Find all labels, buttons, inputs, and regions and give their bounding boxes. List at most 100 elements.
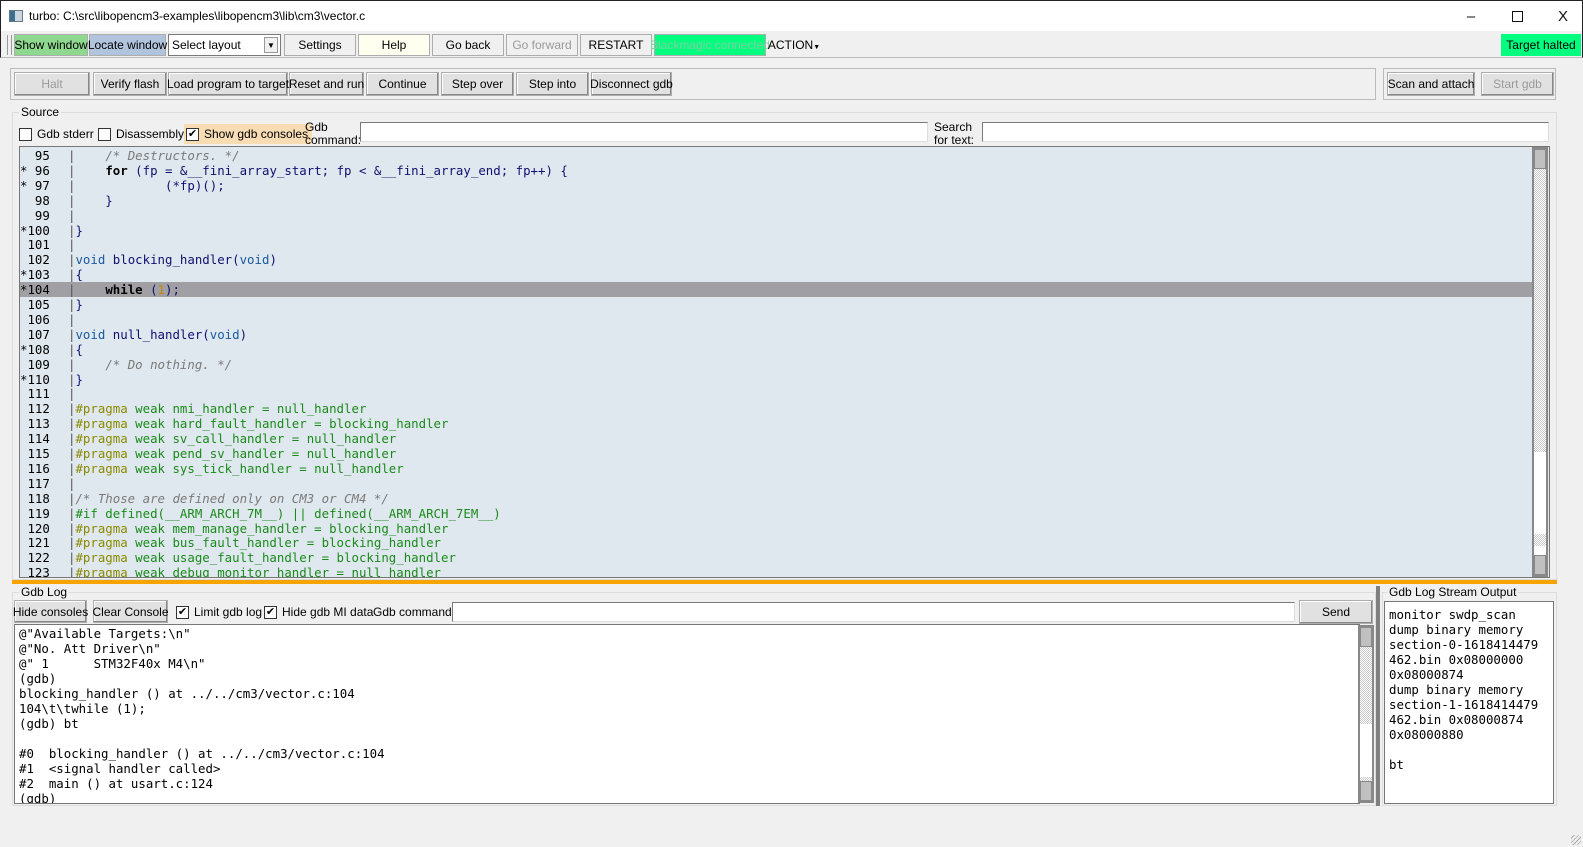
code-line[interactable]: 106 | <box>20 312 1532 327</box>
send-button[interactable]: Send <box>1299 600 1373 624</box>
scan-and-attach-button[interactable]: Scan and attach <box>1387 72 1475 96</box>
source-scrollbar[interactable] <box>1532 147 1548 577</box>
toolbar-grip[interactable] <box>7 35 12 55</box>
step-over-button[interactable]: Step over <box>441 72 514 96</box>
line-number[interactable]: 95 <box>20 148 68 163</box>
code-line[interactable]: 116 |#pragma weak sys_tick_handler = nul… <box>20 461 1532 476</box>
scroll-down-button[interactable] <box>1534 555 1546 575</box>
code-line[interactable]: 113 |#pragma weak hard_fault_handler = b… <box>20 416 1532 431</box>
code-line[interactable]: 121 |#pragma weak bus_fault_handler = bl… <box>20 535 1532 550</box>
gdb-stream-output[interactable]: monitor swdp_scan dump binary memory secti… <box>1384 601 1554 804</box>
line-number[interactable]: *110 <box>20 372 68 387</box>
source-gdb-command-input[interactable] <box>360 122 928 142</box>
code-line[interactable]: *108 |{ <box>20 342 1532 357</box>
close-button[interactable]: X <box>1540 1 1583 31</box>
code-line[interactable]: 119 |#if defined(__ARM_ARCH_7M__) || def… <box>20 506 1532 521</box>
line-number[interactable]: 117 <box>20 476 68 491</box>
source-code-view[interactable]: 95 | /* Destructors. */* 96 | for (fp = … <box>19 146 1550 578</box>
blackmagic-connected-button[interactable]: Blackmagic connected <box>650 34 770 56</box>
go-forward-button[interactable]: Go forward <box>506 34 578 56</box>
scroll-up-button[interactable] <box>1360 627 1372 647</box>
vertical-splitter[interactable] <box>1376 586 1380 806</box>
line-number[interactable]: 98 <box>20 193 68 208</box>
resize-grip-icon[interactable] <box>1571 835 1581 845</box>
gdb-log-command-input[interactable] <box>452 602 1295 622</box>
minimize-button[interactable]: – <box>1448 1 1494 31</box>
code-line[interactable]: *103 |{ <box>20 267 1532 282</box>
show-gdb-consoles-check-box[interactable]: ✔ <box>186 127 199 141</box>
code-line[interactable]: 115 |#pragma weak pend_sv_handler = null… <box>20 446 1532 461</box>
halt-button[interactable]: Halt <box>14 72 90 96</box>
line-number[interactable]: 121 <box>20 535 68 550</box>
line-number[interactable]: 107 <box>20 327 68 342</box>
code-line[interactable]: 112 |#pragma weak nmi_handler = null_han… <box>20 401 1532 416</box>
hide-gdb-mi-data-check-box[interactable]: ✔ <box>264 605 277 619</box>
code-line[interactable]: 107 |void null_handler(void) <box>20 327 1532 342</box>
line-number[interactable]: *104 <box>20 282 68 297</box>
line-number[interactable]: *100 <box>20 223 68 238</box>
verify-flash-button[interactable]: Verify flash <box>93 72 167 96</box>
load-program-button[interactable]: Load program to target <box>167 72 289 96</box>
hide-gdb-mi-data-checkbox[interactable]: ✔ Hide gdb MI data <box>264 605 373 619</box>
line-number[interactable]: * 96 <box>20 163 68 178</box>
line-number[interactable]: 109 <box>20 357 68 372</box>
code-line[interactable]: 95 | /* Destructors. */ <box>20 148 1532 163</box>
code-line[interactable]: 102 |void blocking_handler(void) <box>20 252 1532 267</box>
scroll-down-button[interactable] <box>1360 781 1372 801</box>
action-menu[interactable]: ACTION ▼ <box>768 34 820 56</box>
code-line[interactable]: 98 | } <box>20 193 1532 208</box>
disassembly-checkbox[interactable]: Disassembly <box>98 127 184 141</box>
continue-button[interactable]: Continue <box>366 72 439 96</box>
code-line[interactable]: * 96 | for (fp = &__fini_array_start; fp… <box>20 163 1532 178</box>
line-number[interactable]: *108 <box>20 342 68 357</box>
line-number[interactable]: 102 <box>20 252 68 267</box>
step-into-button[interactable]: Step into <box>516 72 589 96</box>
line-number[interactable]: 113 <box>20 416 68 431</box>
settings-button[interactable]: Settings <box>284 34 356 56</box>
gdb-log-console[interactable]: @"Available Targets:\n" @"No. Att Driver\… <box>14 624 1360 804</box>
gdb-stderr-check-box[interactable] <box>19 127 32 141</box>
line-number[interactable]: 118 <box>20 491 68 506</box>
code-line[interactable]: 99 | <box>20 208 1532 223</box>
line-number[interactable]: 119 <box>20 506 68 521</box>
code-line[interactable]: 117 | <box>20 476 1532 491</box>
show-gdb-consoles-checkbox[interactable]: ✔ Show gdb consoles <box>184 124 313 144</box>
code-line[interactable]: 118 |/* Those are defined only on CM3 or… <box>20 491 1532 506</box>
code-line[interactable]: 105 |} <box>20 297 1532 312</box>
locate-window-button[interactable]: Locate window <box>88 34 167 56</box>
code-line[interactable]: * 97 | (*fp)(); <box>20 178 1532 193</box>
scroll-up-button[interactable] <box>1534 149 1546 169</box>
line-number[interactable]: 105 <box>20 297 68 312</box>
line-number[interactable]: 101 <box>20 237 68 252</box>
scrollbar-track[interactable] <box>1534 169 1546 452</box>
horizontal-splitter[interactable] <box>12 580 1557 584</box>
line-number[interactable]: 123 <box>20 565 68 577</box>
code-line[interactable]: 109 | /* Do nothing. */ <box>20 357 1532 372</box>
line-number[interactable]: 114 <box>20 431 68 446</box>
help-button[interactable]: Help <box>358 34 430 56</box>
start-gdb-button[interactable]: Start gdb <box>1481 72 1554 96</box>
line-number[interactable]: * 97 <box>20 178 68 193</box>
code-line[interactable]: 114 |#pragma weak sv_call_handler = null… <box>20 431 1532 446</box>
hide-consoles-button[interactable]: Hide consoles <box>13 600 88 623</box>
line-number[interactable]: 122 <box>20 550 68 565</box>
code-line[interactable]: 120 |#pragma weak mem_manage_handler = b… <box>20 521 1532 536</box>
scrollbar-track[interactable] <box>1360 647 1372 724</box>
scrollbar-track-lower[interactable] <box>1534 534 1546 546</box>
show-window-button[interactable]: Show window <box>14 34 88 56</box>
maximize-button[interactable] <box>1494 1 1540 31</box>
line-number[interactable]: 106 <box>20 312 68 327</box>
code-line[interactable]: *104 | while (1); <box>20 282 1532 298</box>
restart-button[interactable]: RESTART <box>580 34 652 56</box>
code-line[interactable]: 101 | <box>20 237 1532 252</box>
layout-select[interactable]: Select layout ▼ <box>168 34 281 56</box>
search-input[interactable] <box>982 122 1549 142</box>
go-back-button[interactable]: Go back <box>432 34 504 56</box>
gdb-stderr-checkbox[interactable]: Gdb stderr <box>19 127 94 141</box>
limit-gdb-log-check-box[interactable]: ✔ <box>176 605 189 619</box>
line-number[interactable]: 120 <box>20 521 68 536</box>
code-line[interactable]: *110 |} <box>20 372 1532 387</box>
line-number[interactable]: 116 <box>20 461 68 476</box>
line-number[interactable]: 99 <box>20 208 68 223</box>
line-number[interactable]: 112 <box>20 401 68 416</box>
